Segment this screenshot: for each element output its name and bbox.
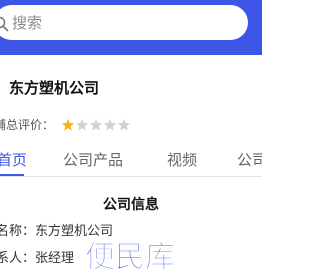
search-placeholder: 搜索 xyxy=(12,14,43,32)
app-screen: 搜索 东方塑机公司 铺总评价： 首页 公司产品 视频 公司 公司信息 名称：东方… xyxy=(0,0,262,273)
section-title: 公司信息 xyxy=(103,197,159,213)
star-empty-icon xyxy=(117,118,131,131)
star-empty-icon xyxy=(89,118,103,131)
search-input[interactable]: 搜索 xyxy=(0,5,248,40)
tab-products[interactable]: 公司产品 xyxy=(63,151,123,169)
star-filled-icon xyxy=(61,118,75,131)
search-icon xyxy=(0,16,9,32)
tab-home[interactable]: 首页 xyxy=(0,151,27,169)
tab-videos[interactable]: 视频 xyxy=(167,151,197,169)
star-empty-icon xyxy=(75,118,89,131)
header-bar: 搜索 xyxy=(0,0,262,55)
tab-company[interactable]: 公司 xyxy=(237,151,262,169)
info-contact: 系人：张经理 xyxy=(0,251,75,266)
svg-text:便民库: 便民库 xyxy=(85,240,175,273)
active-tab-indicator xyxy=(0,174,24,176)
watermark-logo: 便民库 xyxy=(85,240,176,273)
rating-label: 铺总评价： xyxy=(0,118,55,132)
tab-bar: 首页 公司产品 视频 公司 xyxy=(0,145,262,177)
rating-stars xyxy=(61,118,131,131)
company-name: 东方塑机公司 xyxy=(9,79,100,97)
star-empty-icon xyxy=(103,118,117,131)
